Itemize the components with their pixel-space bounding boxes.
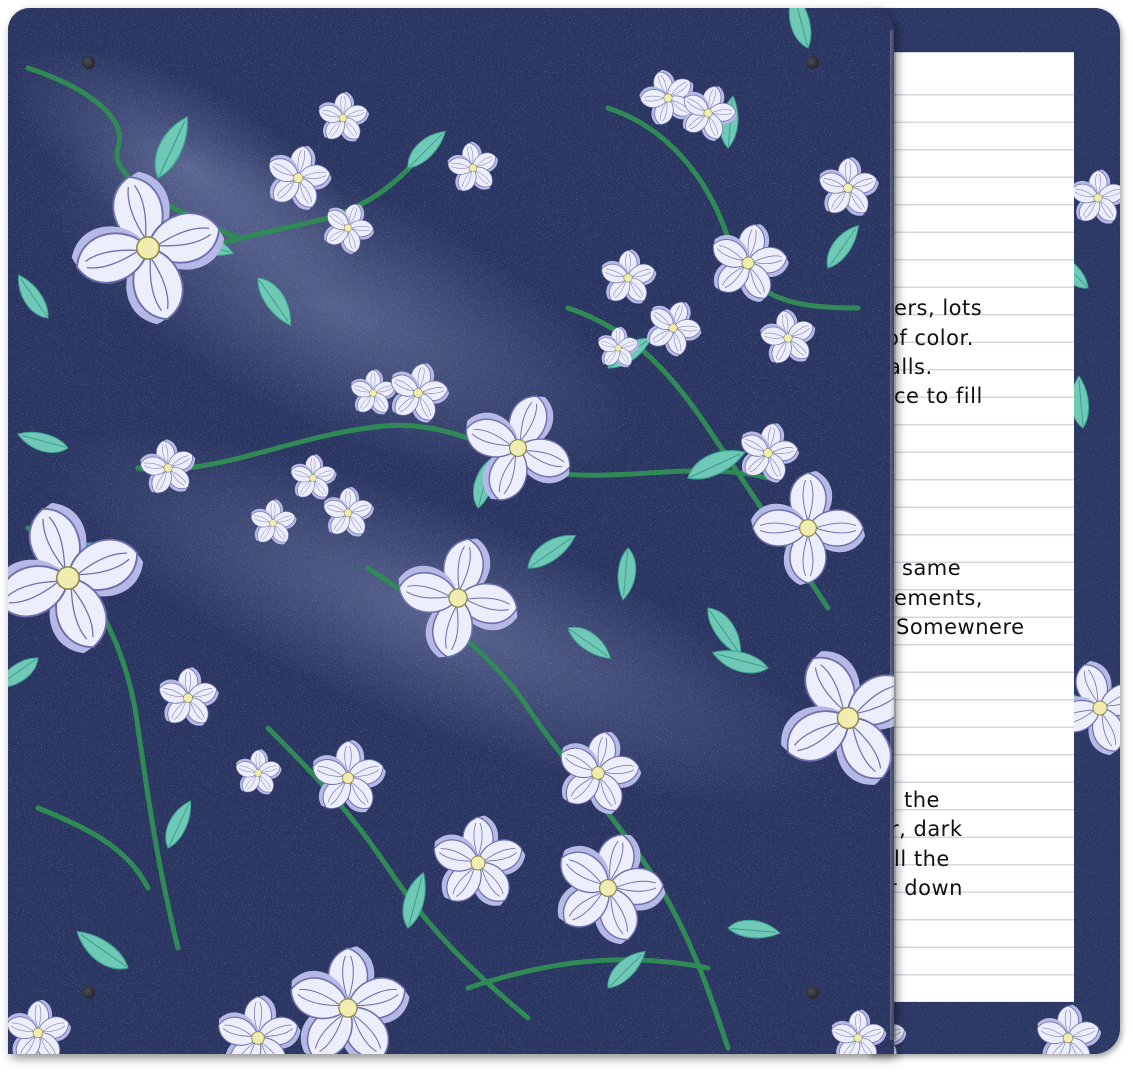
screw-icon <box>82 56 95 69</box>
note-line: Somewnere <box>896 615 1025 639</box>
notebook-paper: ers, lots of color. alls. ce to fill sam… <box>886 52 1074 1002</box>
note-line: ements, <box>894 586 983 610</box>
floral-pattern <box>8 8 894 1054</box>
cover-edge <box>890 30 896 1040</box>
note-line: the <box>904 788 940 812</box>
note-line: same <box>902 556 962 580</box>
screw-icon <box>806 986 819 999</box>
note-line: of color. <box>886 326 974 350</box>
screw-icon <box>82 986 95 999</box>
screw-icon <box>806 56 819 69</box>
front-cover <box>8 8 894 1054</box>
note-line: r, dark <box>890 817 963 841</box>
note-line: ce to fill <box>894 384 983 408</box>
note-line: ers, lots <box>894 296 983 320</box>
note-line: ll the <box>894 847 950 871</box>
note-line: r down <box>888 876 963 900</box>
